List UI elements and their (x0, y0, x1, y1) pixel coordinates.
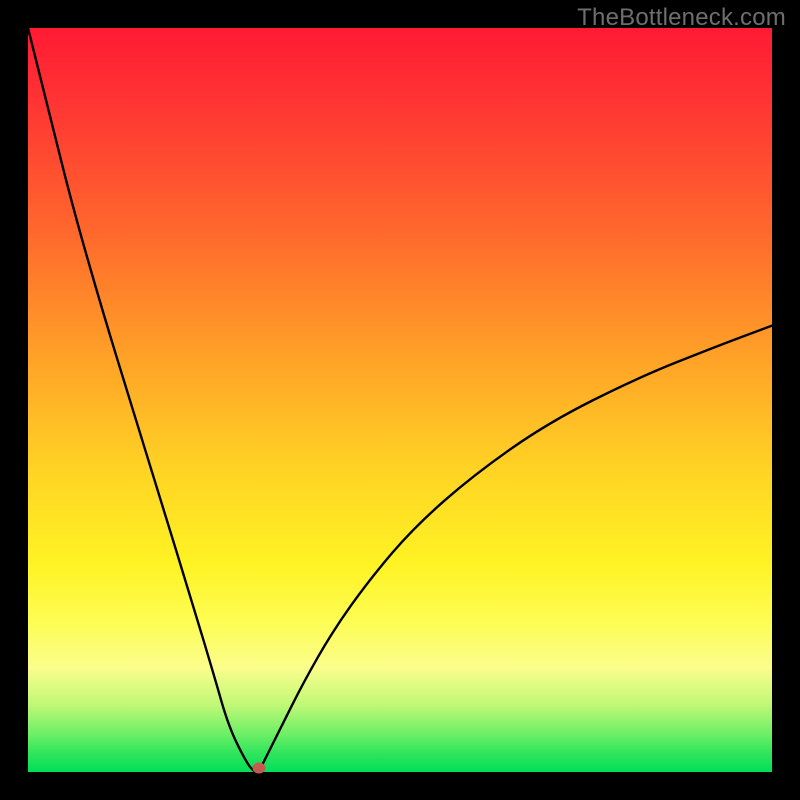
chart-frame: TheBottleneck.com (0, 0, 800, 800)
min-point-marker (252, 763, 265, 774)
watermark-text: TheBottleneck.com (577, 4, 786, 32)
bottleneck-curve (28, 28, 772, 772)
plot-area (28, 28, 772, 772)
